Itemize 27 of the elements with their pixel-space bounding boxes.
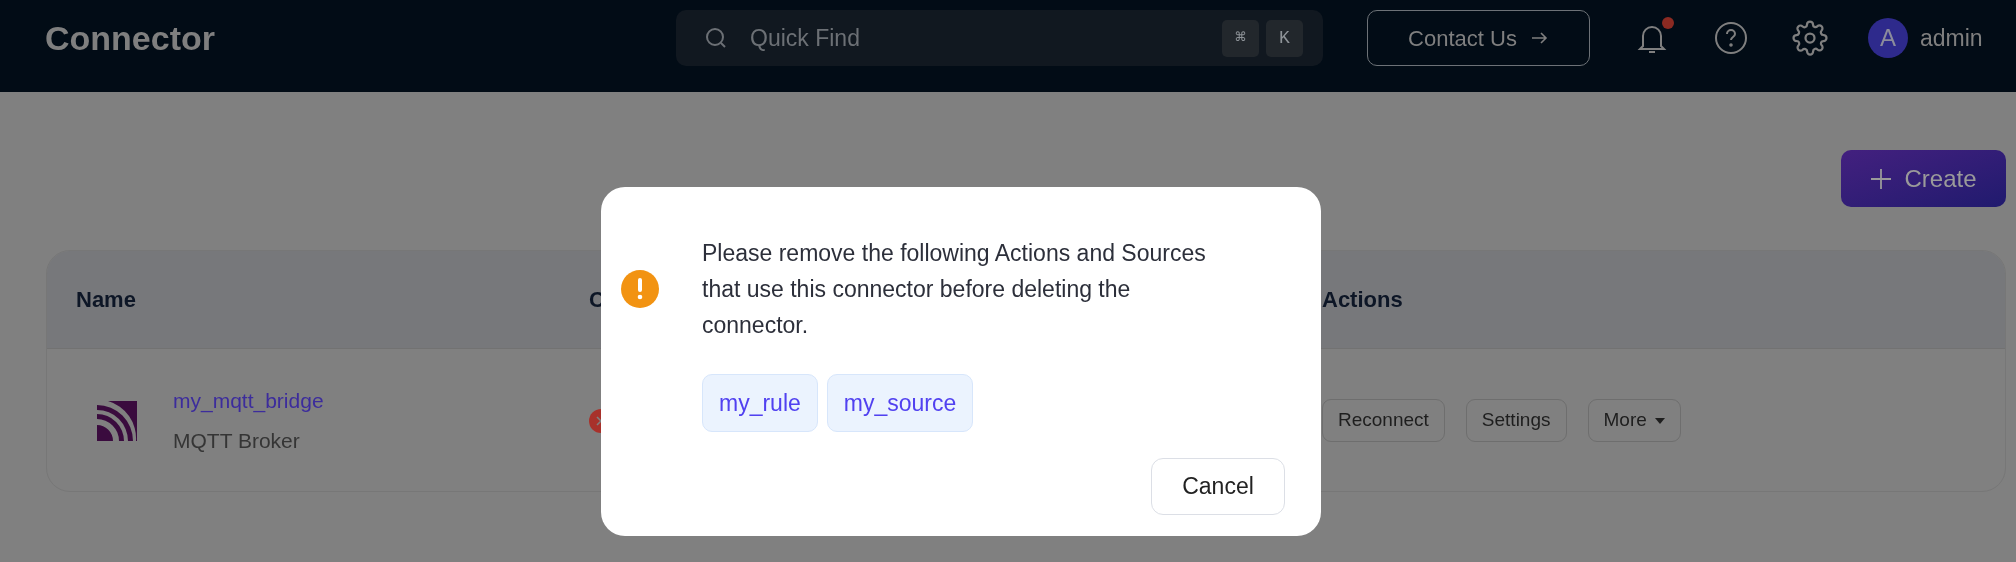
- search-field[interactable]: Quick Find ⌘ K: [676, 10, 1323, 66]
- user-name[interactable]: admin: [1920, 20, 1983, 56]
- help-icon[interactable]: [1714, 21, 1748, 55]
- search-input[interactable]: Quick Find: [750, 20, 1215, 56]
- settings-icon[interactable]: [1792, 20, 1828, 56]
- column-header: Name: [76, 286, 136, 314]
- create-button[interactable]: Create: [1841, 150, 2006, 207]
- dependency-tag[interactable]: my_source: [826, 374, 974, 432]
- row-action-button[interactable]: Settings: [1465, 399, 1567, 442]
- shortcut-key: ⌘: [1222, 19, 1259, 57]
- dependency-tag[interactable]: my_rule: [702, 374, 818, 432]
- search-icon: [704, 26, 728, 50]
- caret-down-icon: [1654, 417, 1665, 424]
- column-header: Actions: [1322, 286, 1403, 314]
- connector-icon: [97, 400, 137, 441]
- cancel-button[interactable]: Cancel: [1151, 458, 1285, 515]
- user-avatar[interactable]: A: [1868, 18, 1908, 58]
- dialog-message: Please remove the following Actions and Sources that use this connector before deleting the connector.: [702, 239, 1207, 340]
- connector-type: MQTT Broker: [173, 427, 301, 454]
- row-action-button[interactable]: More: [1587, 399, 1681, 442]
- shortcut-key: K: [1266, 19, 1303, 57]
- row-action-button[interactable]: Reconnect: [1322, 399, 1445, 442]
- page-title: Connector: [44, 17, 216, 59]
- contact-button[interactable]: Contact Us: [1367, 10, 1590, 66]
- connector-name-link[interactable]: my_mqtt_bridge: [173, 385, 324, 417]
- warning-icon: [621, 270, 659, 308]
- plus-icon: [1870, 167, 1893, 190]
